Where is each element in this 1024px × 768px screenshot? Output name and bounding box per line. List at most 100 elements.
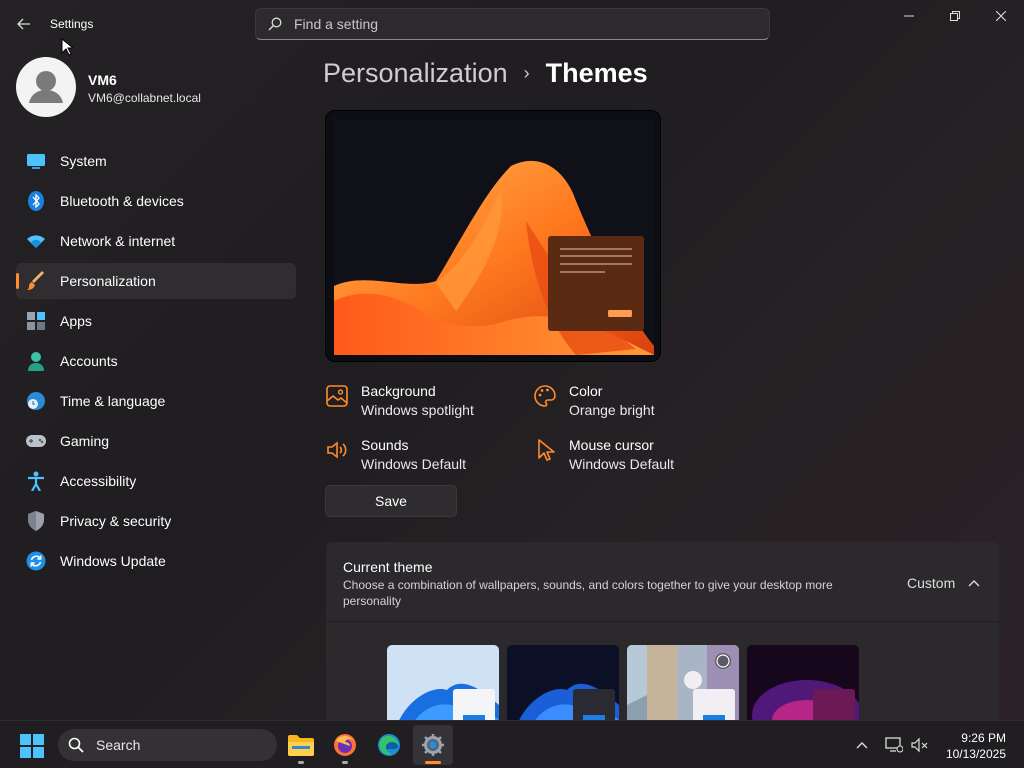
nav-item-apps[interactable]: Apps xyxy=(16,303,296,339)
theme-thumbnail-dark[interactable] xyxy=(507,645,619,720)
user-name: VM6 xyxy=(88,72,117,88)
color-setting[interactable]: Color Orange bright xyxy=(533,382,655,420)
firefox-icon xyxy=(334,734,356,756)
volume-button[interactable] xyxy=(910,735,930,755)
nav-item-label: Accounts xyxy=(60,353,118,369)
bloom-dark-image xyxy=(507,645,619,720)
app-indicator xyxy=(298,761,304,764)
file-explorer-button[interactable] xyxy=(281,725,321,765)
theme-thumbnail-spotlight[interactable] xyxy=(627,645,739,720)
divider xyxy=(326,621,999,622)
current-theme-card: Current theme Choose a combination of wa… xyxy=(326,542,999,720)
user-silhouette-icon xyxy=(29,71,63,103)
bluetooth-icon xyxy=(26,191,46,211)
taskbar-search[interactable]: Search xyxy=(58,729,277,761)
close-icon xyxy=(996,11,1006,21)
chevron-up-icon[interactable] xyxy=(966,576,982,592)
save-button[interactable]: Save xyxy=(325,485,457,517)
app-indicator xyxy=(425,761,441,764)
nav-item-bluetooth[interactable]: Bluetooth & devices xyxy=(16,183,296,219)
start-button[interactable] xyxy=(20,734,44,758)
glow-image xyxy=(747,645,859,720)
gear-icon xyxy=(422,734,444,756)
theme-preview xyxy=(325,110,661,362)
nav-item-gaming[interactable]: Gaming xyxy=(16,423,296,459)
sounds-setting[interactable]: Sounds Windows Default xyxy=(325,436,466,474)
nav-item-time-language[interactable]: Time & language xyxy=(16,383,296,419)
current-theme-description: Choose a combination of wallpapers, soun… xyxy=(343,578,833,608)
nav-item-label: Windows Update xyxy=(60,553,166,569)
bloom-light-image xyxy=(387,645,499,720)
minimize-button[interactable] xyxy=(886,0,932,32)
nav-item-label: System xyxy=(60,153,107,169)
nav-item-label: Gaming xyxy=(60,433,110,449)
nav-item-label: Time & language xyxy=(60,393,166,409)
speaker-icon xyxy=(327,441,347,459)
nav-item-system[interactable]: System xyxy=(16,143,296,179)
nav-item-accessibility[interactable]: Accessibility xyxy=(16,463,296,499)
nav-item-label: Network & internet xyxy=(60,233,176,249)
nav-item-accounts[interactable]: Accounts xyxy=(16,343,296,379)
background-label: Background xyxy=(361,383,436,399)
settings-search[interactable] xyxy=(255,8,770,40)
mouse-cursor-setting[interactable]: Mouse cursor Windows Default xyxy=(533,436,674,474)
taskbar: Search 9:26 PM 10/13/2025 xyxy=(0,720,1024,768)
nav-item-label: Accessibility xyxy=(60,473,137,489)
cursor-icon xyxy=(538,439,555,461)
show-hidden-icons-button[interactable] xyxy=(852,735,872,755)
window-mockup-icon xyxy=(560,248,632,317)
nav-item-windows-update[interactable]: Windows Update xyxy=(16,543,296,579)
color-label: Color xyxy=(569,383,603,399)
settings-nav: System Bluetooth & devices Network & int… xyxy=(16,143,296,583)
folder-icon xyxy=(288,735,314,756)
shield-icon xyxy=(26,511,46,531)
clock-time: 9:26 PM xyxy=(961,731,1006,745)
network-disconnected-icon xyxy=(885,737,903,753)
theme-thumbnail-light[interactable] xyxy=(387,645,499,720)
network-status-button[interactable] xyxy=(884,735,904,755)
back-button[interactable] xyxy=(12,12,36,36)
nav-item-label: Apps xyxy=(60,313,92,329)
taskbar-clock[interactable]: 9:26 PM 10/13/2025 xyxy=(940,730,1006,762)
chevron-up-icon xyxy=(856,742,868,749)
sounds-value: Windows Default xyxy=(361,456,467,472)
breadcrumb-separator: › xyxy=(523,63,530,83)
background-setting[interactable]: Background Windows spotlight xyxy=(325,382,474,420)
nav-item-personalization[interactable]: Personalization xyxy=(16,263,296,299)
speaker-muted-icon xyxy=(911,737,928,753)
nav-item-label: Privacy & security xyxy=(60,513,172,529)
search-icon xyxy=(268,17,282,31)
palette-icon xyxy=(534,385,556,407)
update-icon xyxy=(26,551,46,571)
accounts-icon xyxy=(26,351,46,371)
avatar[interactable] xyxy=(16,57,76,117)
edge-icon xyxy=(378,734,400,756)
settings-app-button[interactable] xyxy=(413,725,453,765)
breadcrumb: Personalization › Themes xyxy=(323,58,648,89)
windows-logo-icon xyxy=(20,734,44,758)
cursor-label: Mouse cursor xyxy=(569,437,654,453)
minimize-icon xyxy=(904,15,914,17)
system-icon xyxy=(26,151,46,171)
globe-clock-icon xyxy=(26,391,46,411)
current-theme-value: Custom xyxy=(907,575,956,591)
current-theme-title: Current theme xyxy=(343,559,433,575)
cursor-value: Windows Default xyxy=(569,456,675,472)
nav-item-label: Bluetooth & devices xyxy=(60,193,184,209)
close-button[interactable] xyxy=(978,0,1024,32)
nav-item-privacy[interactable]: Privacy & security xyxy=(16,503,296,539)
firefox-button[interactable] xyxy=(325,725,365,765)
breadcrumb-parent[interactable]: Personalization xyxy=(323,58,508,89)
restore-button[interactable] xyxy=(932,0,978,32)
mouse-pointer-icon xyxy=(61,38,73,56)
accessibility-icon xyxy=(26,471,46,491)
apps-icon xyxy=(26,311,46,331)
search-icon xyxy=(68,737,84,753)
image-icon xyxy=(326,385,348,407)
search-input[interactable] xyxy=(294,16,734,32)
edge-button[interactable] xyxy=(369,725,409,765)
gamepad-icon xyxy=(26,431,46,451)
nav-item-network[interactable]: Network & internet xyxy=(16,223,296,259)
taskbar-search-label: Search xyxy=(96,737,141,753)
theme-thumbnail-glow[interactable] xyxy=(747,645,859,720)
